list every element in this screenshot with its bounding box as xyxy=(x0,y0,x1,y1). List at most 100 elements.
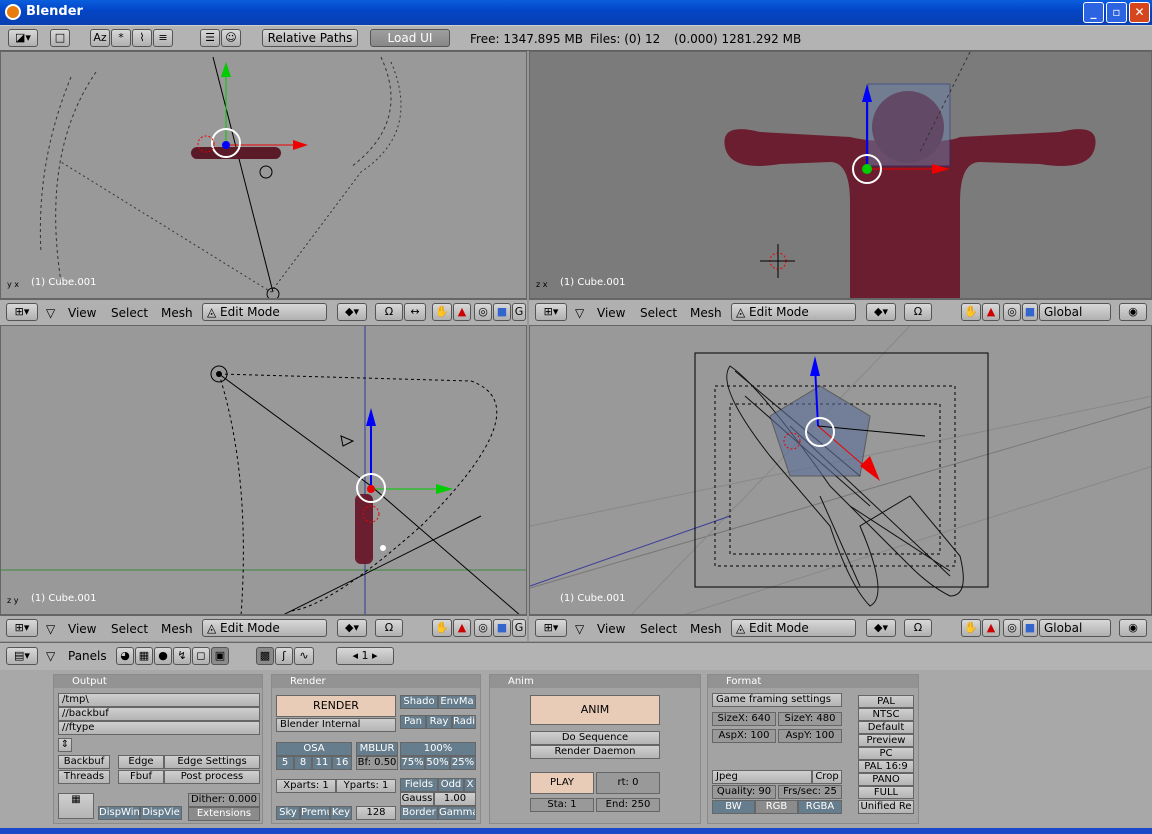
relative-paths-button[interactable]: Relative Paths xyxy=(262,29,358,47)
select-menu[interactable]: Select xyxy=(640,622,677,636)
filter-select[interactable]: Gauss xyxy=(400,792,434,806)
start-frame-field[interactable]: Sta: 1 xyxy=(530,798,594,812)
frame-next-icon[interactable]: ▸ xyxy=(369,649,378,662)
collapse-icon[interactable]: ▽ xyxy=(46,306,55,320)
aspy-field[interactable]: AspY: 100 xyxy=(778,729,842,743)
game-framing-button[interactable]: Game framing settings xyxy=(712,693,842,707)
sizey-field[interactable]: SizeY: 480 xyxy=(778,712,842,726)
render-daemon-button[interactable]: Render Daemon xyxy=(530,745,660,759)
output-path-field[interactable]: /tmp\ xyxy=(58,693,260,707)
load-ui-button[interactable]: Load UI xyxy=(370,29,450,47)
close-icon[interactable]: ✕ xyxy=(1129,2,1150,23)
mesh-menu[interactable]: Mesh xyxy=(161,306,193,320)
mode-select[interactable]: ◬ Edit Mode xyxy=(202,303,327,321)
mode-select[interactable]: ◬ Edit Mode xyxy=(202,619,327,637)
shadow-toggle[interactable]: Shado xyxy=(400,695,438,709)
hand-icon[interactable]: ✋ xyxy=(961,619,981,637)
bw-toggle[interactable]: BW xyxy=(712,800,755,814)
viewport-bottom-right[interactable]: (1) Cube.001 xyxy=(529,325,1152,615)
dispwin-button[interactable]: DispWin xyxy=(98,806,140,820)
script-icon[interactable]: ▦ xyxy=(135,647,153,665)
dither-field[interactable]: Dither: 0.000 xyxy=(188,793,260,807)
hand-icon[interactable]: ✋ xyxy=(961,303,981,321)
osa-11-button[interactable]: 11 xyxy=(312,756,332,770)
editor-type-icon[interactable]: ⊞▾ xyxy=(535,619,567,637)
sound-icon[interactable]: ∿ xyxy=(294,647,314,665)
gamma-toggle[interactable]: Gamma xyxy=(438,806,476,820)
text-icon[interactable]: ☰ xyxy=(200,29,220,47)
pivot-icon[interactable]: Ω xyxy=(904,303,932,321)
clipped-option[interactable]: G xyxy=(512,619,526,637)
rgba-toggle[interactable]: RGBA xyxy=(798,800,842,814)
clipped-option[interactable]: G xyxy=(512,303,526,321)
viewport-top-right[interactable]: z x (1) Cube.001 xyxy=(529,51,1152,299)
crop-toggle[interactable]: Crop xyxy=(812,770,842,784)
play-button[interactable]: PLAY xyxy=(530,772,594,794)
frame-number[interactable]: ◂ 1 ▸ xyxy=(336,647,394,665)
proportional-icon[interactable]: ◉ xyxy=(1119,303,1147,321)
anim-button[interactable]: ANIM xyxy=(530,695,660,725)
editing-icon[interactable]: ◻ xyxy=(192,647,210,665)
preset-pano[interactable]: PANO xyxy=(858,773,914,786)
do-sequence-button[interactable]: Do Sequence xyxy=(530,731,660,745)
aspx-field[interactable]: AspX: 100 xyxy=(712,729,776,743)
view-menu[interactable]: View xyxy=(68,306,96,320)
radio-toggle[interactable]: Radi xyxy=(452,715,476,729)
preset-preview[interactable]: Preview xyxy=(858,734,914,747)
fbuf-button[interactable]: Fbuf xyxy=(118,770,164,784)
orientation-select[interactable]: Global xyxy=(1039,303,1111,321)
key-toggle[interactable]: Key xyxy=(330,806,352,820)
edge-settings-button[interactable]: Edge Settings xyxy=(164,755,260,769)
osa-5-button[interactable]: 5 xyxy=(276,756,294,770)
draw-type-icon[interactable]: ◆▾ xyxy=(337,303,367,321)
vertex-select-icon[interactable]: ■ xyxy=(1022,303,1038,321)
minimize-icon[interactable]: _ xyxy=(1083,2,1104,23)
shading-icon[interactable]: ● xyxy=(154,647,172,665)
collapse-icon[interactable]: ▽ xyxy=(575,306,584,320)
size-100-button[interactable]: 100% xyxy=(400,742,476,756)
filter-icon[interactable]: ⌇ xyxy=(132,29,152,47)
premul-toggle[interactable]: Premu xyxy=(300,806,330,820)
viewport-bottom-left[interactable]: z y (1) Cube.001 xyxy=(0,325,527,615)
object-icon[interactable]: ↯ xyxy=(173,647,191,665)
ray-toggle[interactable]: Ray xyxy=(426,715,452,729)
x-toggle[interactable]: X xyxy=(464,778,476,792)
panels-menu[interactable]: Panels xyxy=(68,649,107,663)
preset-pc[interactable]: PC xyxy=(858,747,914,760)
envmap-toggle[interactable]: EnvMa xyxy=(438,695,476,709)
draw-type-icon[interactable]: ◆▾ xyxy=(866,303,896,321)
star-icon[interactable]: * xyxy=(111,29,131,47)
dispview-button[interactable]: DispVie xyxy=(140,806,182,820)
mode-select[interactable]: ◬ Edit Mode xyxy=(731,619,856,637)
mesh-menu[interactable]: Mesh xyxy=(690,622,722,636)
unified-renderer-toggle[interactable]: Unified Re xyxy=(858,800,914,814)
scale-icon[interactable]: ◎ xyxy=(474,303,492,321)
pivot-icon[interactable]: Ω xyxy=(904,619,932,637)
rotate-icon[interactable]: ▲ xyxy=(982,303,1000,321)
rt-field[interactable]: rt: 0 xyxy=(596,772,660,794)
sizex-field[interactable]: SizeX: 640 xyxy=(712,712,776,726)
orientation-select[interactable]: Global xyxy=(1039,619,1111,637)
hand-icon[interactable]: ✋ xyxy=(432,619,452,637)
osa-16-button[interactable]: 16 xyxy=(332,756,352,770)
preset-ntsc[interactable]: NTSC xyxy=(858,708,914,721)
frame-prev-icon[interactable]: ◂ xyxy=(352,649,361,662)
quality-field[interactable]: Quality: 90 xyxy=(712,785,776,799)
osa-8-button[interactable]: 8 xyxy=(294,756,312,770)
end-frame-field[interactable]: End: 250 xyxy=(596,798,660,812)
view-menu[interactable]: View xyxy=(597,622,625,636)
select-menu[interactable]: Select xyxy=(111,622,148,636)
size-50-button[interactable]: 50% xyxy=(425,756,450,770)
render-icon[interactable]: ▩ xyxy=(256,647,274,665)
fullscreen-icon[interactable]: □ xyxy=(50,29,70,47)
border-toggle[interactable]: Border xyxy=(400,806,438,820)
maximize-icon[interactable]: ▫ xyxy=(1106,2,1127,23)
mblur-toggle[interactable]: MBLUR xyxy=(356,742,398,756)
render-button[interactable]: RENDER xyxy=(276,695,396,717)
move-icon[interactable]: ↔ xyxy=(404,303,426,321)
ghost-icon[interactable]: ☺ xyxy=(221,29,241,47)
osa-toggle[interactable]: OSA xyxy=(276,742,352,756)
anim-icon[interactable]: ʃ xyxy=(275,647,293,665)
scene-icon[interactable]: ▣ xyxy=(211,647,229,665)
scale-icon[interactable]: ◎ xyxy=(1003,619,1021,637)
